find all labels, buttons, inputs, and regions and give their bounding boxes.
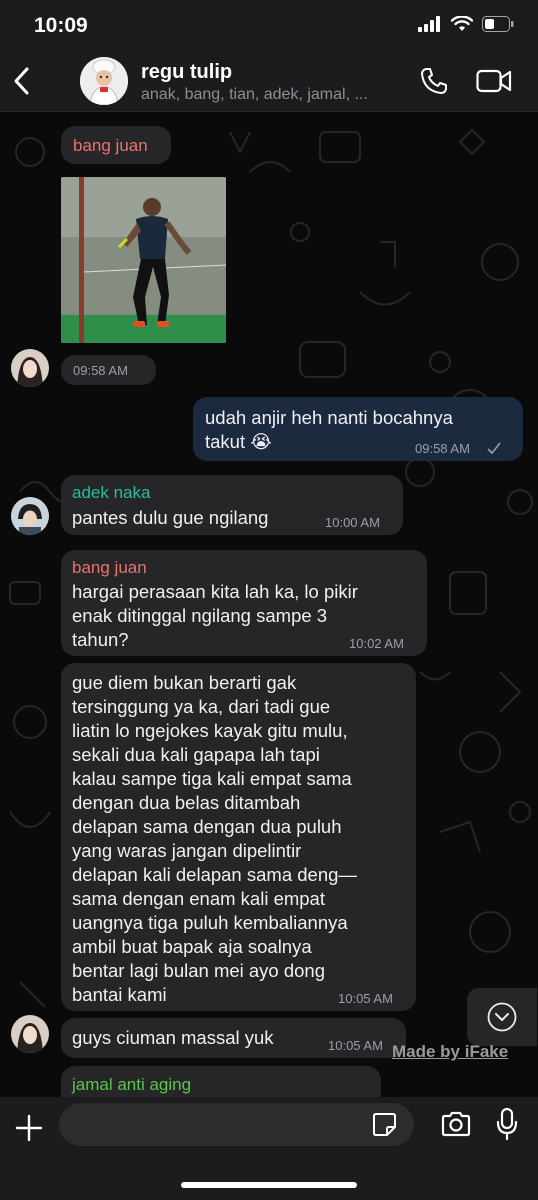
chevron-down-icon [487,1002,517,1032]
message-line: liatin lo ngejokes kayak gitu mulu, [72,720,348,741]
group-avatar[interactable] [80,57,128,105]
plus-icon[interactable] [14,1113,44,1143]
status-time: 10:09 [34,14,88,37]
video-camera-icon[interactable] [476,68,512,94]
message-input[interactable] [59,1103,414,1146]
microphone-icon[interactable] [496,1107,518,1141]
message-line: yang waras jangan dipelintir [72,840,302,861]
message-line: hargai perasaan kita lah ka, lo pikir [72,581,358,602]
photo-timestamp-pill: 09:58 AM [61,355,156,385]
sender-name: bang juan [72,558,147,577]
message-line: tahun? [72,629,129,650]
message-bubble-incoming[interactable]: adek naka pantes dulu gue ngilang 10:00 … [61,475,403,535]
sender-avatar[interactable] [11,349,49,387]
message-time: 09:58 AM [73,363,128,378]
home-indicator [181,1182,357,1188]
message-bubble-incoming[interactable]: jamal anti aging [61,1066,381,1097]
sender-avatar[interactable] [11,497,49,535]
message-line: ambil buat bapak aja soalnya [72,936,312,957]
message-line: delapan kali delapan sama deng— [72,864,357,885]
message-line: udah anjir heh nanti bocahnya [205,407,453,428]
group-title[interactable]: regu tulip [141,61,232,84]
message-line: delapan sama dengan dua puluh [72,816,342,837]
message-line: dengan dua belas ditambah [72,792,301,813]
message-time: 10:02 AM [349,636,404,651]
message-line: gue diem bukan berarti gak [72,672,297,693]
shared-photo[interactable] [61,177,226,343]
group-members[interactable]: anak, bang, tian, adek, jamal, ... [141,86,406,104]
message-time: 10:05 AM [338,991,393,1006]
message-time: 09:58 AM [415,441,470,456]
scroll-to-bottom-button[interactable] [467,988,537,1046]
message-line: uangnya tiga puluh kembaliannya [72,912,348,933]
watermark: Made by iFake [392,1042,509,1061]
message-line: pantes dulu gue ngilang [72,507,269,528]
message-line: sama dengan enam kali empat [72,888,325,909]
message-bubble-incoming[interactable]: gue diem bukan berarti gak tersinggung y… [61,663,416,1011]
chat-header: regu tulip anak, bang, tian, adek, jamal… [0,52,538,112]
sender-avatar[interactable] [11,1015,49,1053]
sender-name: bang juan [73,136,148,155]
sender-name: jamal anti aging [72,1075,192,1094]
message-bubble-incoming[interactable]: guys ciuman massal yuk 10:05 AM [61,1018,406,1058]
message-time: 10:05 AM [328,1038,383,1053]
sender-name: adek naka [72,483,151,502]
composer-bar [0,1097,538,1200]
message-line: enak ditinggal ngilang sampe 3 [72,605,328,626]
battery-icon [482,16,514,32]
message-bubble-incoming[interactable]: bang juan hargai perasaan kita lah ka, l… [61,550,427,656]
message-bubble-outgoing[interactable]: udah anjir heh nanti bocahnya takut 😭 09… [193,397,523,461]
camera-icon[interactable] [440,1110,472,1138]
message-line: sekali dua kali gapapa lah tapi [72,744,320,765]
message-line: guys ciuman massal yuk [72,1027,274,1048]
status-icons [418,16,514,32]
message-line: takut 😭 [205,431,272,452]
message-line: bantai kami [72,984,167,1005]
message-line: bentar lagi bulan mei ayo dong [72,960,326,981]
double-check-icon [487,442,501,455]
wifi-icon [451,16,473,31]
back-chevron-icon[interactable] [8,64,36,98]
message-bubble-photo[interactable]: bang juan [61,126,171,164]
signal-icon [418,16,440,32]
message-line: kalau sampe tiga kali empat sama [72,768,352,789]
chat-area[interactable]: bang juan 09:58 AM udah anjir heh nanti … [0,112,538,1097]
status-bar: 10:09 [0,0,538,52]
phone-icon[interactable] [419,66,449,96]
message-time: 10:00 AM [325,515,380,530]
sticker-icon[interactable] [372,1112,397,1137]
message-line: tersinggung ya ka, dari tadi gue [72,696,331,717]
